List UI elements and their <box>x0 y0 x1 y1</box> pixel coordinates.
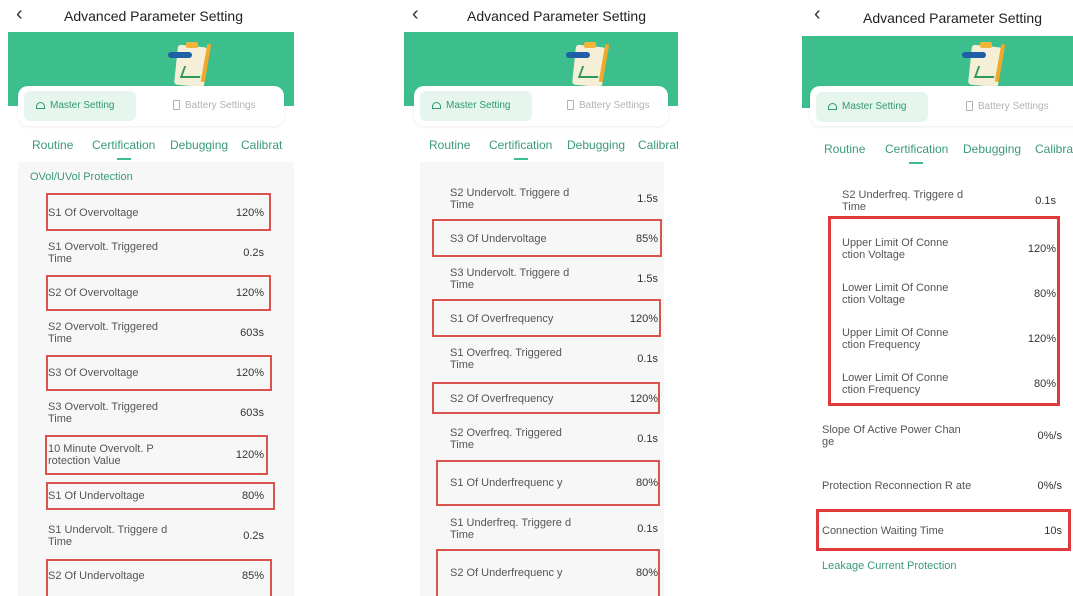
top-bar: ‹ Advanced Parameter Setting <box>802 0 1073 32</box>
setting-switch: Master Setting Battery Settings <box>414 86 668 126</box>
highlight-box <box>46 275 271 311</box>
section-title: OVol/UVol Protection <box>30 171 133 183</box>
tab-calibration[interactable]: Calibrat <box>638 138 678 152</box>
tab-routine[interactable]: Routine <box>429 138 470 152</box>
helmet-icon <box>828 103 837 110</box>
master-setting-button[interactable]: Master Setting <box>420 91 533 121</box>
highlight-box <box>436 460 660 506</box>
battery-settings-button[interactable]: Battery Settings <box>173 91 256 121</box>
highlight-box <box>828 216 1060 406</box>
active-tab-indicator <box>909 162 923 164</box>
tab-certification[interactable]: Certification <box>92 138 155 152</box>
screen-2: ‹ Advanced Parameter Setting Master Sett… <box>404 0 678 596</box>
list-item[interactable]: Slope Of Active Power Chan ge 0%/s <box>802 415 1073 457</box>
list-item[interactable]: S1 Underfreq. Triggere d Time 0.1s <box>430 508 676 550</box>
section-title: Leakage Current Protection <box>822 560 957 572</box>
battery-icon <box>966 101 973 111</box>
battery-settings-button[interactable]: Battery Settings <box>567 91 650 121</box>
tab-calibration[interactable]: Calibrat <box>241 138 282 152</box>
page-title: Advanced Parameter Setting <box>863 10 1042 26</box>
list-item[interactable]: S1 Overfreq. Triggered Time 0.1s <box>430 338 676 380</box>
tab-certification[interactable]: Certification <box>489 138 552 152</box>
master-setting-button[interactable]: Master Setting <box>816 92 929 122</box>
helmet-icon <box>36 102 45 109</box>
tab-debugging[interactable]: Debugging <box>567 138 625 152</box>
tab-debugging[interactable]: Debugging <box>170 138 228 152</box>
clipboard-chart-icon <box>168 40 214 88</box>
page-title: Advanced Parameter Setting <box>64 8 243 24</box>
list-item[interactable]: S2 Overvolt. Triggered Time 603s <box>28 312 274 354</box>
top-bar: ‹ Advanced Parameter Setting <box>404 0 678 32</box>
clipboard-chart-icon <box>566 40 612 88</box>
screen-3: ‹ Advanced Parameter Setting Master Sett… <box>802 0 1073 596</box>
battery-icon <box>567 100 574 110</box>
highlight-box <box>432 299 661 337</box>
active-tab-indicator <box>514 158 528 160</box>
tab-bar: Routine Certification Debugging Calibrat <box>8 128 294 162</box>
battery-settings-button[interactable]: Battery Settings <box>966 92 1049 122</box>
setting-switch: Master Setting Battery Settings <box>18 86 284 126</box>
chevron-left-icon[interactable]: ‹ <box>814 4 821 24</box>
highlight-box <box>46 559 272 596</box>
highlight-box <box>432 219 662 257</box>
tab-calibration[interactable]: Calibrat <box>1035 142 1073 156</box>
highlight-box <box>46 482 275 510</box>
highlight-box <box>46 193 271 231</box>
highlight-box <box>432 382 660 414</box>
tab-bar: Routine Certification Debugging Calibrat <box>404 128 678 162</box>
list-item[interactable]: S1 Overvolt. Triggered Time 0.2s <box>28 232 274 274</box>
parameter-list: S2 Undervolt. Triggere d Time 1.5s S3 Of … <box>420 162 664 596</box>
tab-routine[interactable]: Routine <box>32 138 73 152</box>
helmet-icon <box>432 102 441 109</box>
setting-switch: Master Setting Battery Settings <box>810 86 1073 126</box>
top-bar: ‹ Advanced Parameter Setting <box>8 0 294 32</box>
screen-1: ‹ Advanced Parameter Setting Master Sett… <box>8 0 294 596</box>
clipboard-chart-icon <box>962 40 1008 88</box>
highlight-box <box>436 549 660 596</box>
list-item[interactable]: S1 Undervolt. Triggere d Time 0.2s <box>28 515 274 557</box>
parameter-list: S2 Underfreq. Triggere d Time 0.1s Upper … <box>816 166 1073 596</box>
tab-routine[interactable]: Routine <box>824 142 865 156</box>
chevron-left-icon[interactable]: ‹ <box>16 4 23 24</box>
chevron-left-icon[interactable]: ‹ <box>412 4 419 24</box>
battery-icon <box>173 100 180 110</box>
active-tab-indicator <box>117 158 131 160</box>
page-title: Advanced Parameter Setting <box>467 8 646 24</box>
list-item[interactable]: S2 Undervolt. Triggere d Time 1.5s <box>430 178 676 220</box>
tab-bar: Routine Certification Debugging Calibrat <box>802 132 1073 166</box>
highlight-box <box>816 509 1071 551</box>
highlight-box <box>45 435 268 475</box>
master-setting-button[interactable]: Master Setting <box>24 91 137 121</box>
highlight-box <box>46 355 272 391</box>
list-item[interactable]: S2 Overfreq. Triggered Time 0.1s <box>430 418 676 460</box>
parameter-list: OVol/UVol Protection S1 Of Overvoltage 12… <box>18 162 294 596</box>
list-item[interactable]: S3 Overvolt. Triggered Time 603s <box>28 392 274 434</box>
tab-certification[interactable]: Certification <box>885 142 948 156</box>
tab-debugging[interactable]: Debugging <box>963 142 1021 156</box>
list-item[interactable]: S3 Undervolt. Triggere d Time 1.5s <box>430 258 676 300</box>
list-item[interactable]: Protection Reconnection R ate 0%/s <box>802 465 1073 507</box>
